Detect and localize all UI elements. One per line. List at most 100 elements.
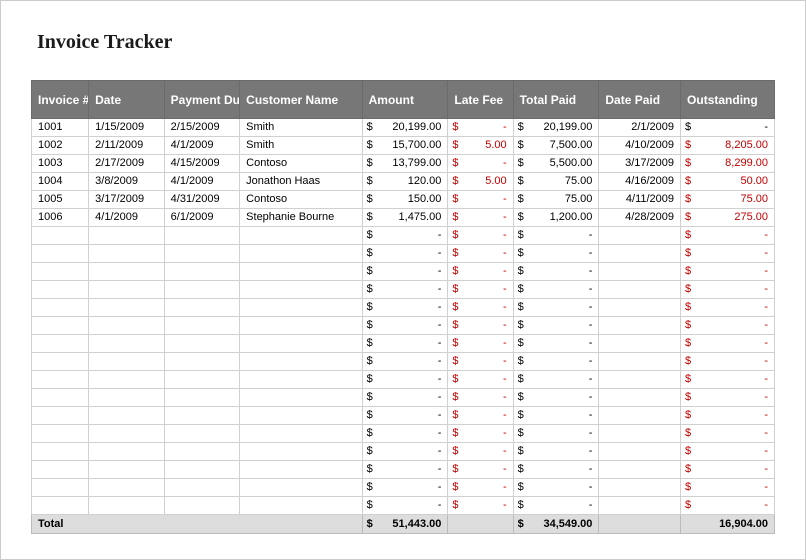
cell-date: [89, 245, 165, 263]
money-cell: $-: [362, 245, 448, 263]
cell-customer: [240, 353, 362, 371]
cell-customer: [240, 245, 362, 263]
cell-customer: Stephanie Bourne: [240, 209, 362, 227]
cell-due: 4/1/2009: [164, 137, 240, 155]
cell-date: [89, 461, 165, 479]
cell-due: 4/1/2009: [164, 173, 240, 191]
table-row: $-$-$-$-: [32, 479, 775, 497]
money-cell: $-: [681, 317, 775, 335]
money-cell: $-: [513, 371, 599, 389]
total-datepaid: [599, 515, 681, 534]
cell-datepaid: [599, 281, 681, 299]
money-cell: $-: [362, 479, 448, 497]
money-cell: $-: [681, 227, 775, 245]
cell-date: [89, 407, 165, 425]
money-cell: $-: [681, 461, 775, 479]
table-row: $-$-$-$-: [32, 245, 775, 263]
money-cell: $-: [362, 227, 448, 245]
cell-invoice: [32, 317, 89, 335]
cell-invoice: [32, 371, 89, 389]
table-row: $-$-$-$-: [32, 317, 775, 335]
money-cell: $-: [448, 425, 513, 443]
table-row: $-$-$-$-: [32, 443, 775, 461]
cell-due: 4/31/2009: [164, 191, 240, 209]
table-row: 10022/11/20094/1/2009Smith$15,700.00$5.0…: [32, 137, 775, 155]
money-cell: $-: [448, 281, 513, 299]
cell-date: [89, 317, 165, 335]
cell-customer: [240, 389, 362, 407]
money-cell: $-: [448, 119, 513, 137]
money-cell: $1,200.00: [513, 209, 599, 227]
money-cell: $20,199.00: [362, 119, 448, 137]
cell-customer: [240, 443, 362, 461]
cell-date: [89, 479, 165, 497]
money-cell: $-: [513, 263, 599, 281]
table-row: 10043/8/20094/1/2009Jonathon Haas$120.00…: [32, 173, 775, 191]
money-cell: $13,799.00: [362, 155, 448, 173]
cell-due: [164, 371, 240, 389]
cell-date: 1/15/2009: [89, 119, 165, 137]
page: Invoice Tracker Invoice # Date Payment D…: [0, 0, 806, 560]
cell-datepaid: [599, 497, 681, 515]
th-latefee: Late Fee: [448, 81, 513, 119]
money-cell: $-: [448, 389, 513, 407]
cell-datepaid: 4/11/2009: [599, 191, 681, 209]
cell-customer: [240, 407, 362, 425]
money-cell: $-: [513, 227, 599, 245]
money-cell: $-: [681, 281, 775, 299]
cell-invoice: [32, 443, 89, 461]
cell-invoice: [32, 299, 89, 317]
cell-invoice: [32, 227, 89, 245]
money-cell: $275.00: [681, 209, 775, 227]
money-cell: $-: [513, 425, 599, 443]
cell-invoice: [32, 407, 89, 425]
cell-due: [164, 425, 240, 443]
cell-datepaid: [599, 425, 681, 443]
money-cell: $-: [681, 479, 775, 497]
money-cell: $-: [448, 335, 513, 353]
money-cell: $-: [681, 407, 775, 425]
money-cell: $-: [513, 335, 599, 353]
money-cell: $-: [513, 281, 599, 299]
money-cell: $-: [362, 317, 448, 335]
cell-invoice: 1003: [32, 155, 89, 173]
money-cell: $-: [362, 353, 448, 371]
money-cell: $-: [681, 335, 775, 353]
cell-customer: [240, 497, 362, 515]
cell-invoice: 1005: [32, 191, 89, 209]
money-cell: $-: [362, 335, 448, 353]
money-cell: $7,500.00: [513, 137, 599, 155]
th-datepaid: Date Paid: [599, 81, 681, 119]
table-row: 10011/15/20092/15/2009Smith$20,199.00$-$…: [32, 119, 775, 137]
cell-date: 4/1/2009: [89, 209, 165, 227]
money-cell: $75.00: [513, 191, 599, 209]
money-cell: $-: [513, 299, 599, 317]
cell-customer: [240, 335, 362, 353]
money-cell: $-: [448, 353, 513, 371]
cell-datepaid: 4/16/2009: [599, 173, 681, 191]
cell-invoice: 1004: [32, 173, 89, 191]
cell-customer: Contoso: [240, 155, 362, 173]
money-cell: $-: [362, 299, 448, 317]
cell-due: [164, 335, 240, 353]
money-cell: $-: [362, 425, 448, 443]
cell-datepaid: [599, 335, 681, 353]
cell-due: [164, 443, 240, 461]
cell-date: 2/17/2009: [89, 155, 165, 173]
table-row: $-$-$-$-: [32, 299, 775, 317]
table-row: $-$-$-$-: [32, 407, 775, 425]
money-cell: $-: [681, 443, 775, 461]
table-row: $-$-$-$-: [32, 389, 775, 407]
cell-due: [164, 245, 240, 263]
cell-customer: [240, 263, 362, 281]
cell-datepaid: [599, 227, 681, 245]
table-row: $-$-$-$-: [32, 281, 775, 299]
money-cell: $-: [448, 443, 513, 461]
th-totalpaid: Total Paid: [513, 81, 599, 119]
money-cell: $-: [513, 479, 599, 497]
money-cell: $8,299.00: [681, 155, 775, 173]
money-cell: $-: [681, 353, 775, 371]
money-cell: $-: [681, 425, 775, 443]
money-cell: $-: [362, 263, 448, 281]
money-cell: $-: [362, 461, 448, 479]
